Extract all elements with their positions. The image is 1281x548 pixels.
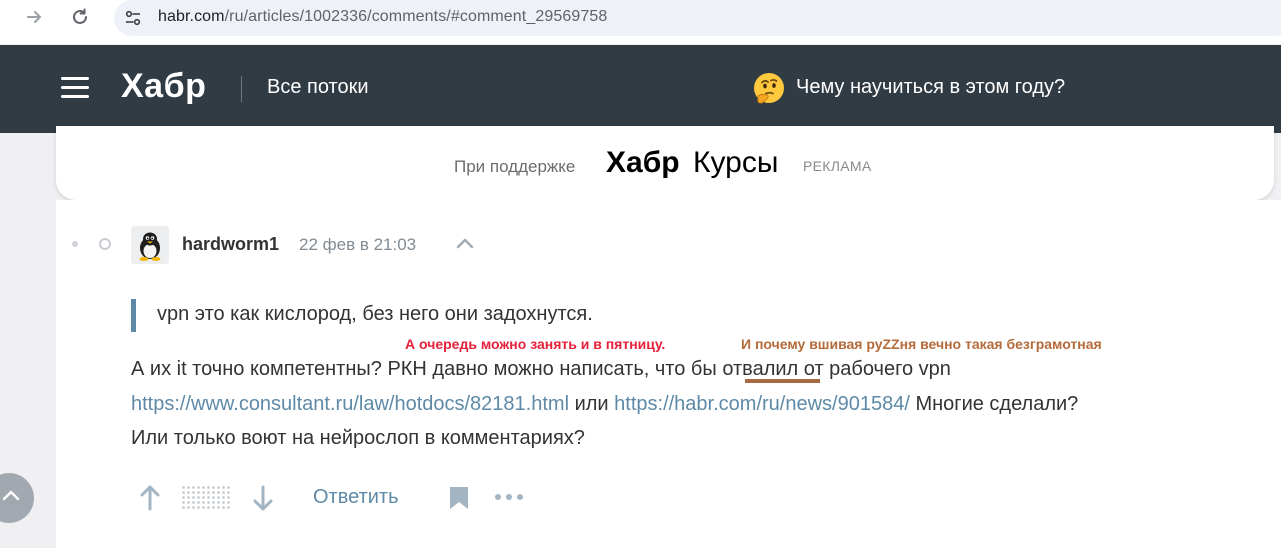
menu-burger-icon[interactable]: [61, 77, 89, 99]
url-host: habr.com: [158, 8, 225, 25]
comment-line-3: Или только воют на нейрослоп в комментар…: [131, 427, 585, 449]
consultant-link[interactable]: https://www.consultant.ru/law/hotdocs/82…: [131, 393, 569, 415]
avatar[interactable]: [131, 226, 169, 264]
promo-link[interactable]: Чему научиться в этом году?: [796, 76, 1065, 99]
comment-text: или: [569, 393, 615, 415]
chevron-up-icon[interactable]: [455, 236, 475, 250]
reply-button[interactable]: Ответить: [313, 486, 399, 509]
url-path: /ru/articles/1002336/comments/#comment_2…: [224, 8, 608, 25]
thread-ring-icon[interactable]: [99, 238, 111, 250]
more-options-icon[interactable]: [494, 490, 524, 504]
forward-arrow-icon[interactable]: [22, 4, 48, 30]
bookmark-icon[interactable]: [449, 486, 469, 510]
vote-score-hidden: [181, 485, 231, 511]
comment-author[interactable]: hardworm1: [182, 234, 279, 255]
site-settings-icon[interactable]: [124, 9, 142, 27]
ad-label: РЕКЛАМА: [803, 158, 872, 174]
all-streams-link[interactable]: Все потоки: [267, 76, 369, 99]
habr-news-link[interactable]: https://habr.com/ru/news/901584/: [614, 393, 910, 415]
annotation-red: А очередь можно занять и в пятницу.: [405, 336, 666, 352]
chevron-up-icon: [2, 490, 20, 501]
quote-text: vpn это как кислород, без него они задох…: [157, 303, 593, 325]
quote-bar: [131, 299, 136, 332]
comment-text: А их it точно компетентны? РКН давно мож…: [131, 358, 655, 380]
vote-up-icon[interactable]: [139, 485, 161, 511]
sponsor-brand-light: Курсы: [693, 146, 779, 179]
thread-dot-icon: [72, 241, 78, 247]
comment-time[interactable]: 22 фев в 21:03: [299, 235, 416, 255]
address-bar[interactable]: habr.com/ru/articles/1002336/comments/#c…: [114, 0, 1281, 36]
url-text[interactable]: habr.com/ru/articles/1002336/comments/#c…: [158, 8, 607, 26]
reload-icon[interactable]: [67, 4, 93, 30]
header-divider: [241, 76, 242, 102]
scroll-to-top-button[interactable]: [0, 473, 34, 523]
vote-down-icon[interactable]: [252, 485, 274, 511]
sponsor-label: При поддержке: [454, 157, 576, 176]
thinking-face-icon: [752, 71, 786, 105]
browser-toolbar: habr.com/ru/articles/1002336/comments/#c…: [0, 0, 1281, 44]
sponsor-brand-bold: Хабр: [606, 146, 680, 179]
comment-text: отвалил от рабочего vpn: [716, 358, 951, 380]
underline-mark: [745, 379, 820, 383]
site-header: Хабр Все потоки Чему научиться в этом го…: [0, 45, 1281, 133]
comment-line-2: https://www.consultant.ru/law/hotdocs/82…: [131, 393, 1078, 416]
sponsor-banner[interactable]: При поддержке Хабр Курсы РЕКЛАМА: [56, 126, 1274, 200]
comment-text: Многие сделали?: [909, 393, 1079, 415]
comment-text-underlined: что бы: [654, 358, 717, 380]
annotation-brown: И почему вшивая руZZня вечно такая безгр…: [741, 336, 1102, 352]
habr-logo[interactable]: Хабр: [121, 67, 206, 106]
comment-line-1: А их it точно компетентны? РКН давно мож…: [131, 358, 951, 381]
